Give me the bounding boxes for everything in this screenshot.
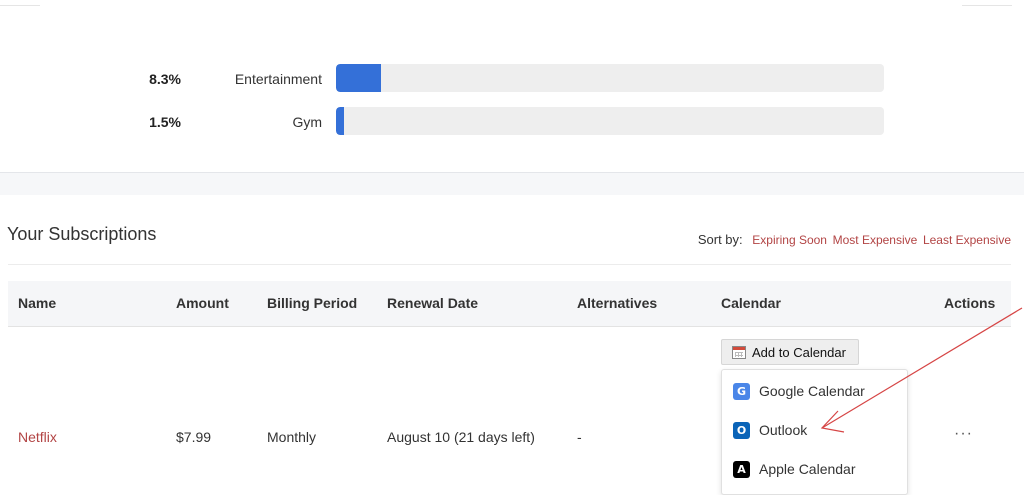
calendar-icon [732, 345, 746, 359]
calendar-dropdown-menu: G Google Calendar O Outlook A Apple Cale… [721, 369, 908, 495]
calendar-option-label: Google Calendar [759, 383, 865, 399]
calendar-option-apple[interactable]: A Apple Calendar [733, 459, 856, 479]
calendar-option-label: Outlook [759, 422, 808, 438]
category-name: Entertainment [234, 71, 322, 87]
category-bar-track [336, 107, 884, 135]
calendar-option-outlook[interactable]: O Outlook [733, 420, 807, 440]
sort-controls: Sort by: Expiring Soon Most Expensive Le… [698, 232, 1011, 247]
column-header-billing-period: Billing Period [267, 295, 358, 311]
category-row-gym: 1.5% Gym [0, 107, 1024, 137]
table-row: Netflix $7.99 Monthly August 10 (21 days… [8, 327, 1011, 495]
column-header-actions: Actions [944, 295, 996, 311]
outlook-icon: O [733, 421, 750, 439]
google-icon: G [733, 382, 750, 400]
calendar-option-google[interactable]: G Google Calendar [733, 381, 865, 401]
sort-least-expensive-link[interactable]: Least Expensive [923, 233, 1011, 247]
column-header-alternatives: Alternatives [577, 295, 658, 311]
subscription-billing-period: Monthly [267, 429, 317, 445]
page-title: Your Subscriptions [7, 224, 157, 244]
category-row-entertainment: 8.3% Entertainment [0, 64, 1024, 94]
category-bar-fill [336, 64, 382, 92]
category-name: Gym [292, 114, 322, 130]
category-bar-fill [336, 107, 345, 135]
column-header-name: Name [18, 295, 57, 311]
add-to-calendar-label: Add to Calendar [752, 344, 846, 360]
sort-most-expensive-link[interactable]: Most Expensive [833, 233, 918, 247]
sort-expiring-soon-link[interactable]: Expiring Soon [752, 233, 827, 247]
column-header-renewal-date: Renewal Date [387, 295, 479, 311]
card-edge-left [0, 0, 40, 6]
subscription-renewal-date: August 10 (21 days left) [387, 429, 535, 445]
apple-icon: A [733, 460, 750, 478]
section-gap [0, 173, 1024, 195]
category-bar-track [336, 64, 884, 92]
subscription-amount: $7.99 [176, 429, 212, 445]
column-header-calendar: Calendar [721, 295, 781, 311]
subscription-alternatives: - [577, 429, 582, 445]
category-percent: 8.3% [149, 71, 181, 87]
sort-label: Sort by: [697, 232, 743, 247]
subscriptions-table: Name Amount Billing Period Renewal Date … [8, 281, 1011, 495]
card-edge-right [962, 0, 1012, 6]
divider [8, 264, 1011, 265]
subscription-name-link[interactable]: Netflix [18, 429, 57, 445]
row-actions-menu-button[interactable]: ··· [954, 425, 973, 443]
category-breakdown-card: 8.3% Entertainment 1.5% Gym [0, 0, 1024, 173]
calendar-option-label: Apple Calendar [759, 461, 856, 477]
add-to-calendar-button[interactable]: Add to Calendar [721, 339, 859, 365]
category-percent: 1.5% [149, 114, 181, 130]
table-header: Name Amount Billing Period Renewal Date … [8, 281, 1011, 327]
column-header-amount: Amount [176, 295, 229, 311]
